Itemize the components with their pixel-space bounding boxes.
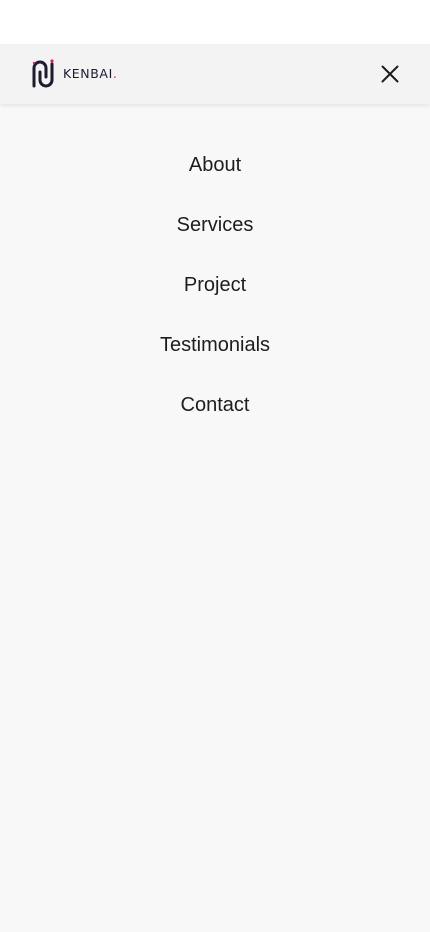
close-menu-button[interactable] <box>378 62 402 86</box>
mobile-nav-menu: About Services Project Testimonials Cont… <box>0 104 430 932</box>
nav-item-contact: Contact <box>181 390 250 450</box>
logo-link[interactable]: KENBAI. <box>31 59 117 89</box>
nav-link-project[interactable]: Project <box>184 270 246 300</box>
logo-text: KENBAI <box>63 65 113 81</box>
logo-dot: . <box>112 65 118 81</box>
close-icon <box>381 65 399 83</box>
nav-link-about[interactable]: About <box>189 150 241 180</box>
mobile-page: KENBAI. About Services Project Testimoni… <box>0 0 430 932</box>
nav-link-testimonials[interactable]: Testimonials <box>160 330 270 360</box>
nav-item-about: About <box>189 150 241 210</box>
site-header: KENBAI. <box>0 44 430 104</box>
kenbai-logo-icon <box>32 59 54 88</box>
nav-link-contact[interactable]: Contact <box>181 390 250 420</box>
nav-link-services[interactable]: Services <box>177 210 254 240</box>
nav-item-project: Project <box>184 270 246 330</box>
nav-list: About Services Project Testimonials Cont… <box>0 104 430 450</box>
logo-wordmark: KENBAI. <box>63 65 118 81</box>
nav-item-testimonials: Testimonials <box>160 330 270 390</box>
top-spacer <box>0 0 430 44</box>
nav-item-services: Services <box>177 210 254 270</box>
